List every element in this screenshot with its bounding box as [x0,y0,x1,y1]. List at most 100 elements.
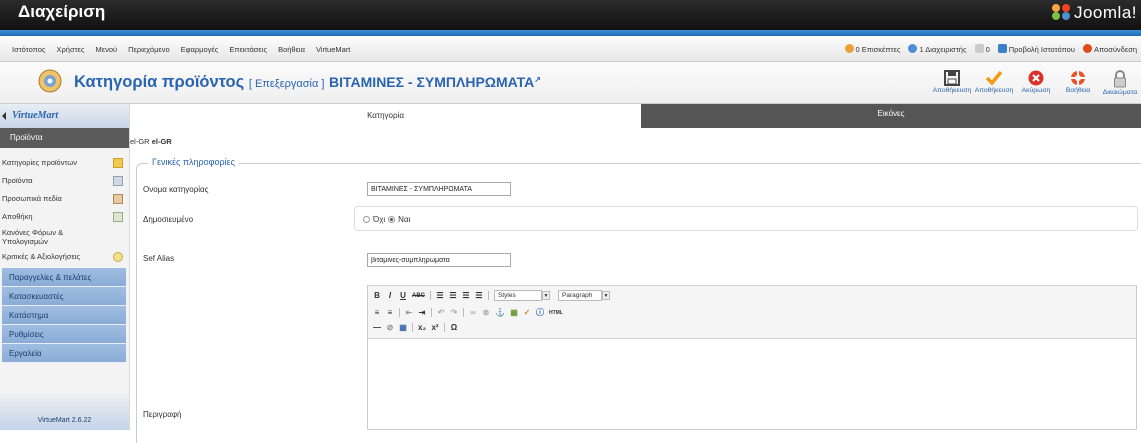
external-link-icon[interactable]: ↗ [534,75,541,84]
help-icon[interactable]: ⓘ [536,307,544,318]
radio-yes-label: Ναι [398,215,411,224]
styles-select[interactable]: Styles ▼ [494,290,550,301]
redo-icon[interactable]: ↷ [450,308,458,317]
help-label: Βοήθεια [1065,87,1091,94]
sidebar-item-tax-rules[interactable]: Κανόνες Φόρων & Υπολογισμών [0,228,108,250]
chevron-down-icon: ▼ [542,291,550,300]
separator [430,291,431,300]
published-radios: Όχι Ναι [363,215,410,224]
format-select[interactable]: Paragraph ▼ [558,290,610,301]
sidebar-item-categories[interactable]: Κατηγορίες προϊόντων [0,158,128,170]
custom-fields-icon [113,194,123,204]
indent-icon[interactable]: ⇥ [418,308,426,317]
bold-button[interactable]: B [373,291,381,300]
menu-help[interactable]: Βοήθεια [278,45,305,54]
sidebar-group-manufacturers[interactable]: Κατασκευαστές [2,287,126,306]
menu-extensions[interactable]: Επεκτάσεις [229,45,267,54]
page-title: Κατηγορία προϊόντος [ Επεξεργασία ] ΒΙΤΑ… [74,73,541,92]
html-button[interactable]: HTML [549,310,563,316]
align-right-icon[interactable]: ☰ [462,291,470,300]
sidebar-groups: Παραγγελίες & πελάτες Κατασκευαστές Κατά… [0,268,129,363]
category-name-input[interactable] [367,182,511,196]
horizontal-rule-icon[interactable]: — [373,323,381,332]
description-editor: B I U ABC ☰ ☰ ☰ ☰ Styles ▼ Paragraph ▼ ≡ ≡… [367,285,1137,430]
sidebar-section-products[interactable]: Προϊόντα [0,128,129,148]
sidebar-group-tools[interactable]: Εργαλεία [2,344,126,363]
language-code: el-GR [151,137,172,146]
separator [431,308,432,317]
alias-input[interactable] [367,253,511,267]
undo-icon[interactable]: ↶ [437,308,445,317]
special-char-icon[interactable]: Ω [450,323,458,332]
editor-content-area[interactable] [368,339,1136,431]
logout-link[interactable]: Αποσύνδεση [1082,44,1137,54]
separator [463,308,464,317]
radio-yes[interactable] [388,216,396,223]
separator [444,323,446,332]
menu-users[interactable]: Χρήστες [57,45,85,54]
collapse-arrow-icon[interactable] [2,112,6,120]
view-site-link[interactable]: Προβολή Ιστοτόπου [997,44,1075,54]
editor-row-3: — ⊘ ▦ x₂ x² Ω [373,323,458,332]
sidebar-group-shop[interactable]: Κατάστημα [2,306,126,325]
subscript-icon[interactable]: x₂ [418,323,426,332]
joomla-brand[interactable]: Joomla! [1051,3,1137,23]
align-justify-icon[interactable]: ☰ [475,291,483,300]
version-label: VirtueMart 2.6.22 [0,390,129,430]
anchor-icon[interactable]: ⚓ [495,308,505,317]
help-button[interactable]: Βοήθεια [1057,66,1099,102]
save-button[interactable]: Αποθήκευση [973,66,1015,102]
outdent-icon[interactable]: ⇤ [405,308,413,317]
remove-format-icon[interactable]: ⊘ [386,323,394,332]
menu-components[interactable]: Εφαρμογές [181,45,219,54]
italic-button[interactable]: I [386,291,394,300]
virtuemart-logo-text: VirtueMart [12,110,59,121]
cancel-button[interactable]: Ακύρωση [1015,66,1057,102]
products-icon [113,176,123,186]
sidebar-item-products[interactable]: Προϊόντα [0,176,128,188]
admin-users-icon [908,44,918,53]
virtuemart-logo[interactable]: VirtueMart [0,104,129,128]
cleanup-icon[interactable]: ✓ [523,308,531,317]
logout-icon [1082,44,1092,53]
joomla-brand-text: Joomla! [1073,3,1137,22]
align-center-icon[interactable]: ☰ [449,291,457,300]
logout-text: Αποσύνδεση [1093,45,1137,54]
separator [488,291,489,300]
apply-button[interactable]: Αποθήκευση [931,66,973,102]
status-admins: 1 Διαχειριστής [908,44,967,54]
published-label: Δημοσιευμένο [143,215,194,224]
sidebar-item-label: Προσωπικά πεδία [2,194,62,203]
sidebar-item-inventory[interactable]: Αποθήκη [0,212,128,224]
menu-menus[interactable]: Μενού [96,45,118,54]
reviews-icon [113,252,123,262]
menu-virtuemart[interactable]: VirtueMart [316,45,350,54]
sidebar-group-orders[interactable]: Παραγγελίες & πελάτες [2,268,126,287]
sidebar-group-settings[interactable]: Ρυθμίσεις [2,325,126,344]
link-icon[interactable]: ∞ [469,308,477,317]
underline-button[interactable]: U [399,291,407,300]
menu-content[interactable]: Περιεχόμενο [128,45,170,54]
visual-aid-icon[interactable]: ▦ [399,323,407,332]
joomla-logo-icon [1051,4,1070,20]
status-messages[interactable]: 0 [974,44,990,54]
numbered-list-icon[interactable]: ≡ [386,308,394,317]
image-icon[interactable]: ▦ [510,308,518,317]
separator [412,323,413,332]
tab-category[interactable]: Κατηγορία [130,104,641,128]
bullet-list-icon[interactable]: ≡ [373,308,381,317]
format-select-text: Paragraph [562,292,593,299]
tab-images[interactable]: Εικόνες [641,104,1141,128]
sidebar-item-custom-fields[interactable]: Προσωπικά πεδία [0,194,128,206]
align-left-icon[interactable]: ☰ [436,291,444,300]
editor-toolbar: B I U ABC ☰ ☰ ☰ ☰ Styles ▼ Paragraph ▼ ≡ ≡… [368,286,1136,339]
permissions-label: Δικαιώματα [1102,89,1138,96]
sidebar-items: Κατηγορίες προϊόντων Προϊόντα Προσωπικά … [0,148,129,264]
menu-site[interactable]: Ιστότοπος [12,45,46,54]
radio-no[interactable] [363,216,370,223]
sidebar-item-reviews[interactable]: Κριτικές & Αξιολογήσεις [0,252,128,264]
strikethrough-button[interactable]: ABC [412,293,425,299]
permissions-button[interactable]: Δικαιώματα [1099,66,1141,102]
unlink-icon[interactable]: ⊗ [482,308,490,317]
superscript-icon[interactable]: x² [431,323,439,332]
